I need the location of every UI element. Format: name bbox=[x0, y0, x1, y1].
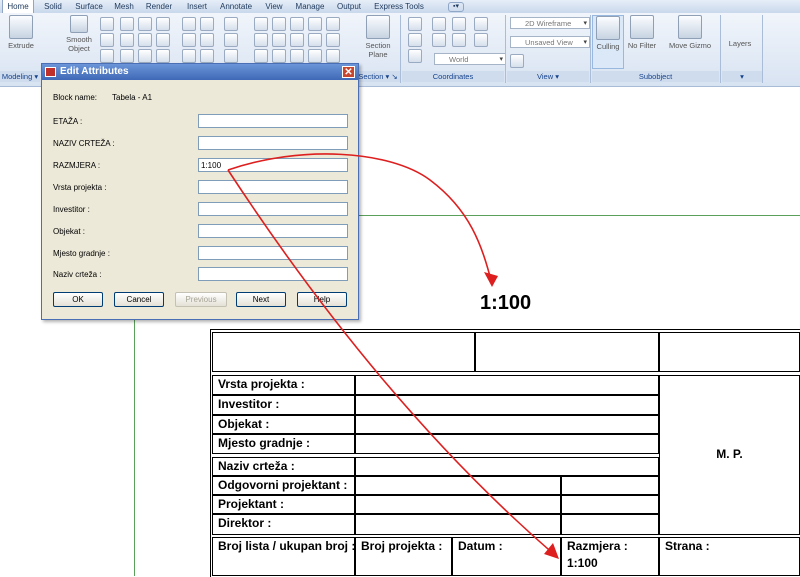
annotation-arrows bbox=[227, 153, 559, 559]
arrowhead bbox=[544, 543, 559, 559]
arrow-to-title-block bbox=[227, 169, 557, 557]
arrow-to-scale-text bbox=[227, 153, 493, 285]
arrowhead bbox=[484, 272, 498, 287]
